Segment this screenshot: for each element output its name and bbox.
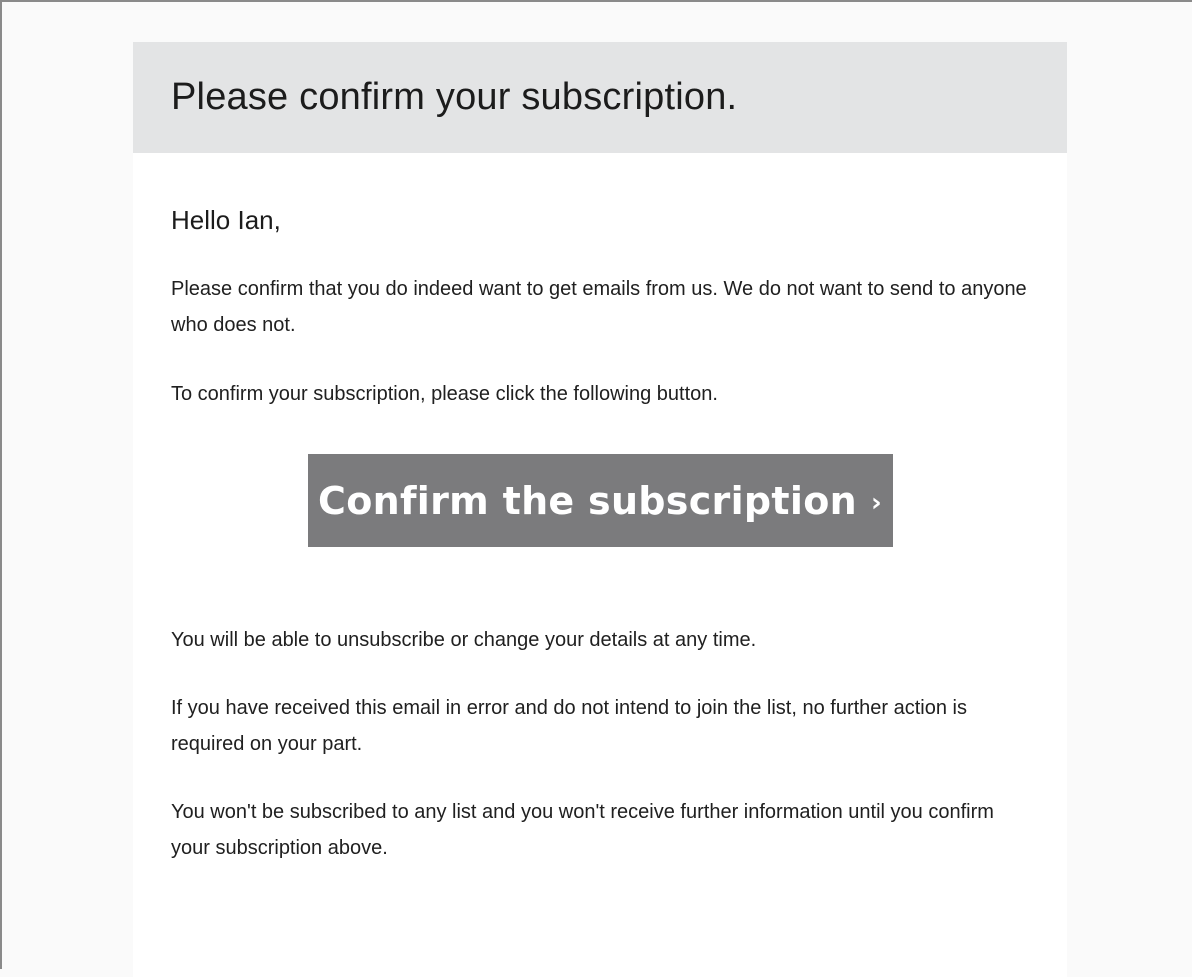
email-card: Please confirm your subscription. Hello … (133, 42, 1067, 977)
paragraph-unsubscribe: You will be able to unsubscribe or chang… (171, 629, 757, 652)
greeting: Hello Ian, (171, 205, 281, 235)
email-header: Please confirm your subscription. (133, 42, 1067, 153)
chevron-right-icon: › (870, 487, 882, 518)
confirm-button-wrap: Confirm the subscription › (171, 454, 1029, 548)
page-frame: Please confirm your subscription. Hello … (0, 0, 1192, 977)
email-title: Please confirm your subscription. (171, 76, 738, 118)
confirm-button-label: Confirm the subscription (318, 478, 857, 523)
paragraph-error: If you have received this email in error… (171, 697, 967, 756)
paragraph-notice: You won't be subscribed to any list and … (171, 801, 994, 860)
confirm-subscription-button[interactable]: Confirm the subscription › (307, 454, 893, 548)
email-body: Hello Ian, Please confirm that you do in… (133, 205, 1067, 866)
paragraph-instruction: To confirm your subscription, please cli… (171, 383, 718, 406)
paragraph-intro: Please confirm that you do indeed want t… (171, 278, 1027, 337)
